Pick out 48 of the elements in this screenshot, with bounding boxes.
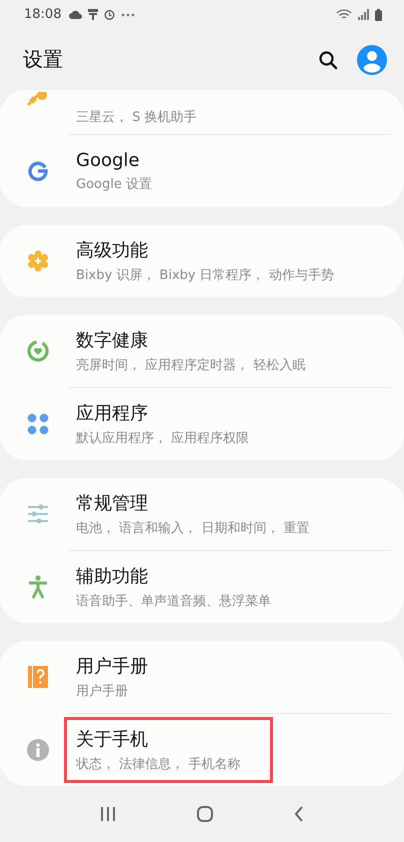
item-subtitle: 默认应用程序， 应用程序权限 — [76, 430, 250, 447]
settings-item[interactable]: 应用程序 默认应用程序， 应用程序权限 — [0, 388, 404, 460]
more-icon — [121, 12, 136, 17]
settings-item[interactable]: 辅助功能 语音助手、单声道音频、悬浮菜单 — [0, 551, 404, 623]
item-title: 用户手册 — [76, 655, 148, 678]
item-title: 应用程序 — [76, 402, 149, 425]
item-subtitle: 三星云， S 换机助手 — [76, 109, 197, 126]
person-figure-icon — [28, 575, 48, 599]
profile-avatar-icon[interactable] — [357, 44, 387, 75]
item-title: 常规管理 — [76, 492, 149, 515]
item-title: 数字健康 — [76, 329, 149, 352]
settings-item[interactable]: 数字健康 亮屏时间， 应用程序定时器， 轻松入眠 — [0, 315, 404, 387]
timer-icon — [104, 9, 116, 20]
settings-item[interactable]: Google Google 设置 — [0, 135, 404, 207]
page-title: 设置 — [23, 46, 63, 74]
recent-apps-icon[interactable] — [100, 807, 116, 821]
key-icon — [27, 92, 49, 106]
search-icon[interactable] — [318, 50, 338, 70]
item-subtitle: Google 设置 — [76, 176, 152, 192]
status-time: 18:08 — [24, 7, 62, 22]
wifi-icon — [336, 8, 352, 21]
settings-item[interactable]: 常规管理 电池， 语言和输入， 日期和时间， 重置 — [0, 478, 404, 550]
settings-item[interactable]: 用户手册 用户手册 — [0, 641, 404, 713]
back-icon[interactable] — [294, 806, 304, 822]
item-title: 辅助功能 — [76, 565, 149, 588]
gear-plus-icon — [27, 250, 49, 272]
item-subtitle: 亮屏时间， 应用程序定时器， 轻松入眠 — [76, 357, 306, 374]
item-subtitle: 电池， 语言和输入， 日期和时间， 重置 — [76, 520, 310, 537]
google-g-icon — [28, 161, 48, 181]
settings-item[interactable]: 关于手机 状态， 法律信息， 手机名称 — [0, 714, 404, 786]
sliders-icon — [27, 504, 49, 524]
home-icon[interactable] — [196, 806, 213, 822]
item-title: 高级功能 — [76, 239, 149, 262]
item-title: 关于手机 — [76, 728, 149, 751]
item-title: Google — [76, 150, 140, 170]
item-subtitle: 状态， 法律信息， 手机名称 — [76, 756, 240, 773]
settings-item[interactable]: 高级功能 Bixby 识屏， Bixby 日常程序， 动作与手势 — [0, 225, 404, 297]
item-subtitle: 用户手册 — [76, 683, 129, 700]
battery-icon — [375, 8, 382, 21]
signal-icon — [358, 9, 369, 20]
item-subtitle: Bixby 识屏， Bixby 日常程序， 动作与手势 — [76, 267, 334, 284]
item-subtitle: 语音助手、单声道音频、悬浮菜单 — [76, 593, 271, 610]
apps-grid-icon — [27, 413, 49, 435]
heart-ring-icon — [26, 339, 50, 363]
cloud-icon — [69, 10, 82, 20]
info-icon — [27, 739, 49, 761]
help-book-icon — [28, 666, 48, 688]
notification-icon — [88, 9, 98, 20]
